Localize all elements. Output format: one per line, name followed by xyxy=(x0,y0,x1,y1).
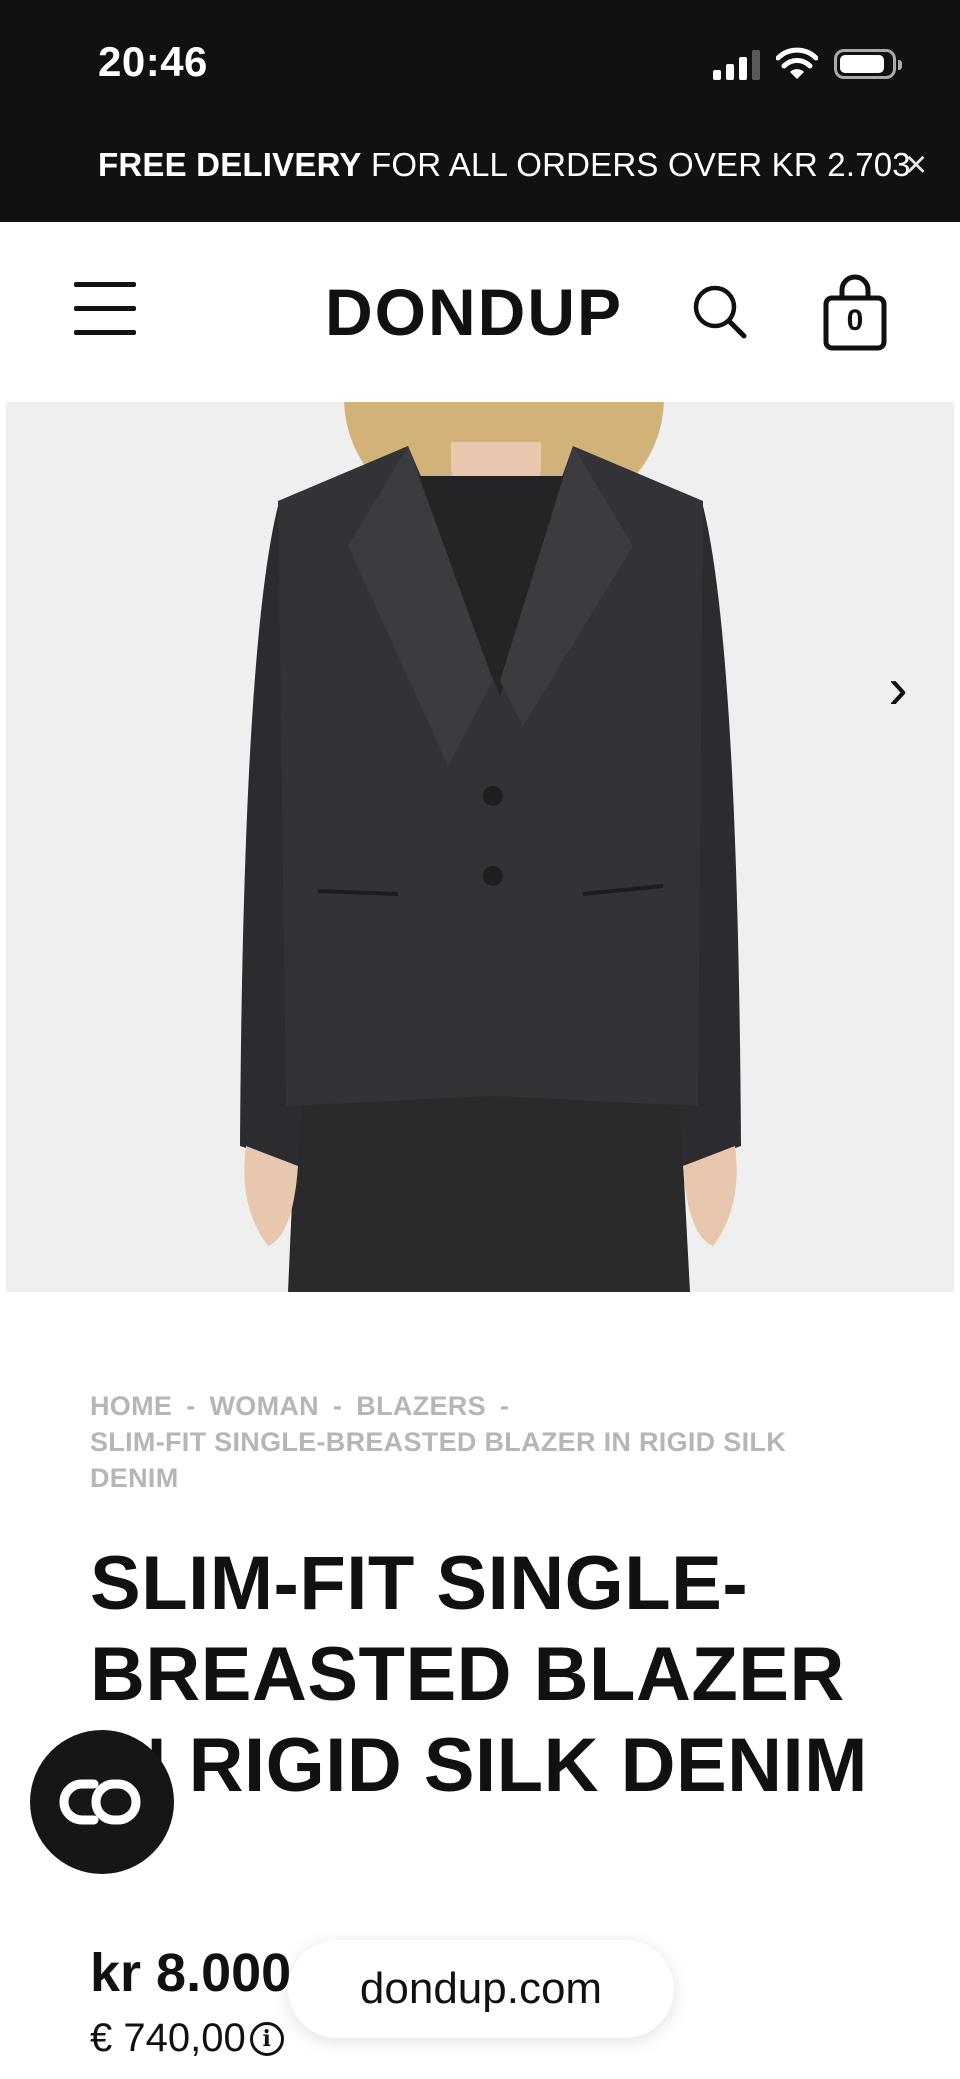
status-icons xyxy=(713,44,902,84)
top-bar: 20:46 FREE DELIVERY FOR ALL ORDERS OVER … xyxy=(0,0,960,222)
product-image[interactable]: › xyxy=(6,402,954,1292)
breadcrumb-separator: - xyxy=(332,1391,343,1421)
promo-banner: FREE DELIVERY FOR ALL ORDERS OVER KR 2.7… xyxy=(98,146,911,184)
brand-logo[interactable]: DONDUP xyxy=(325,274,623,350)
breadcrumb-woman[interactable]: WOMAN xyxy=(210,1391,319,1421)
breadcrumb-separator: - xyxy=(499,1391,510,1421)
price-eur-value: € 740,00 xyxy=(90,2016,246,2060)
product-price: kr 8.000 xyxy=(90,1943,292,2003)
breadcrumb: HOME - WOMAN - BLAZERS - SLIM-FIT SINGLE-BREAS… xyxy=(90,1388,870,1496)
promo-text: FOR ALL ORDERS OVER KR 2.703 xyxy=(361,146,911,183)
breadcrumb-current: SLIM-FIT SINGLE-BREASTED BLAZER IN RIGID… xyxy=(90,1427,786,1493)
signal-icon xyxy=(713,48,760,80)
product-price-eur: € 740,00 i xyxy=(90,2016,284,2061)
breadcrumb-blazers[interactable]: BLAZERS xyxy=(356,1391,486,1421)
info-icon[interactable]: i xyxy=(249,2021,284,2056)
chat-icon[interactable] xyxy=(30,1730,174,1874)
breadcrumb-home[interactable]: HOME xyxy=(90,1391,172,1421)
breadcrumb-separator: - xyxy=(186,1391,196,1421)
status-time: 20:46 xyxy=(98,38,208,85)
shopping-bag-icon[interactable]: 0 xyxy=(820,274,890,354)
battery-icon xyxy=(834,49,902,79)
cart-count: 0 xyxy=(846,304,864,337)
chevron-right-icon[interactable]: › xyxy=(868,654,928,724)
product-title: SLIM-FIT SINGLE-BREASTED BLAZER IN RIGID… xyxy=(90,1541,868,1808)
wifi-icon xyxy=(776,47,818,79)
browser-url-bar[interactable]: dondup.com xyxy=(288,1940,674,2038)
menu-icon[interactable] xyxy=(74,282,136,335)
site-header: DONDUP 0 xyxy=(0,222,960,402)
blazer-illustration xyxy=(240,446,741,1292)
close-icon[interactable]: × xyxy=(894,143,938,187)
promo-bold-text: FREE DELIVERY xyxy=(98,146,362,183)
search-icon[interactable] xyxy=(690,282,750,342)
